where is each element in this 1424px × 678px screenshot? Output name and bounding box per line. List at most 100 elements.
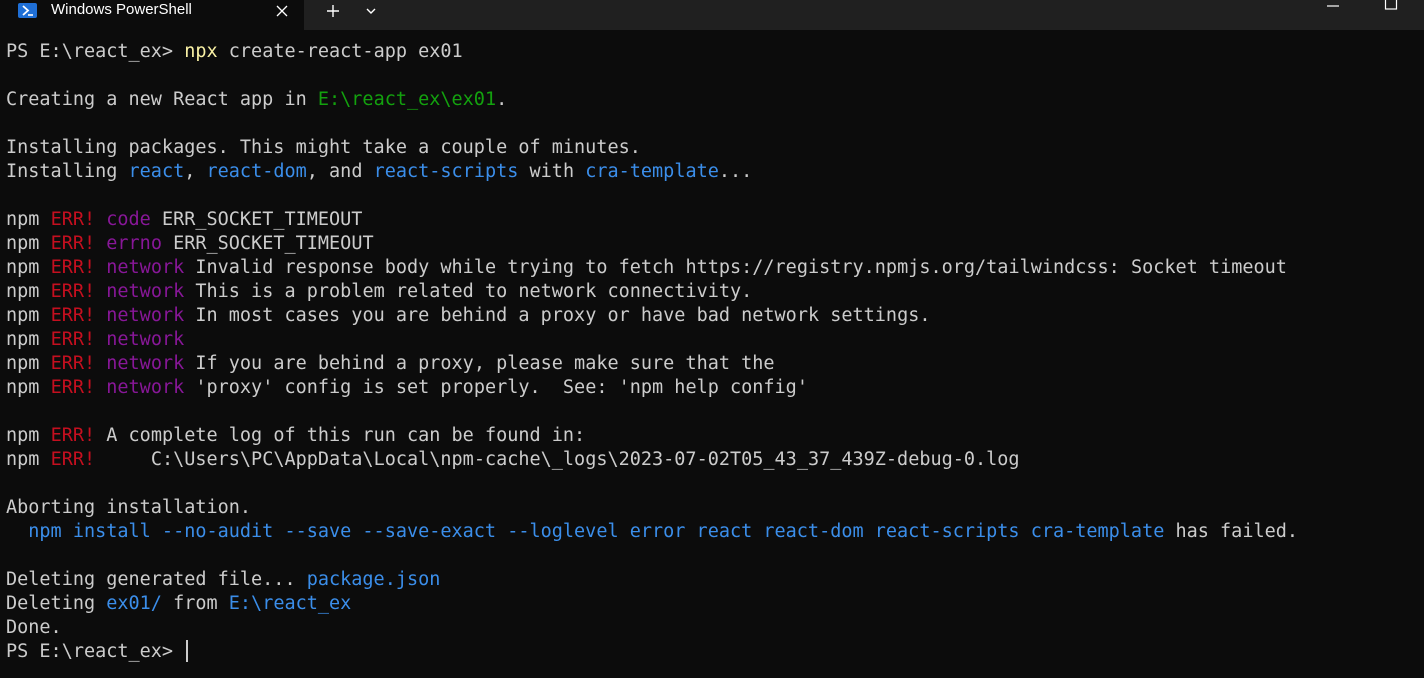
terminal-text: network: [106, 305, 185, 326]
terminal-text: npm: [6, 257, 51, 278]
terminal-text: ,: [184, 161, 207, 182]
terminal-line: npm ERR! network Invalid response body w…: [6, 256, 1424, 280]
terminal-line: Installing react, react-dom, and react-s…: [6, 160, 1424, 184]
terminal-text: , and: [306, 161, 374, 182]
terminal-line: npm ERR! A complete log of this run can …: [6, 424, 1424, 448]
terminal-line: Installing packages. This might take a c…: [6, 136, 1424, 160]
terminal-text: code: [106, 209, 151, 230]
minimize-icon[interactable]: [1318, 0, 1348, 14]
terminal-text: ERR!: [50, 353, 96, 374]
terminal-text: npx: [184, 41, 218, 62]
terminal-output[interactable]: PS E:\react_ex> npx create-react-app ex0…: [6, 40, 1424, 678]
plus-icon[interactable]: [320, 0, 346, 22]
terminal-text: ...: [718, 161, 753, 182]
title-bar: Windows PowerShell: [0, 0, 1424, 30]
terminal-text: cra-template: [585, 161, 719, 182]
terminal-line: npm ERR! network 'proxy' config is set p…: [6, 376, 1424, 400]
terminal-text: create-react-app ex01: [217, 41, 463, 62]
terminal-text: network: [106, 329, 185, 350]
terminal-text: npm: [6, 233, 51, 254]
maximize-icon[interactable]: [1376, 0, 1406, 14]
terminal-text: E:\react_ex\ex01: [317, 89, 497, 110]
terminal-text: 'proxy' config is set properly. See: 'np…: [184, 377, 808, 398]
terminal-text: Creating a new React app in: [6, 89, 318, 110]
terminal-line: Done.: [6, 616, 1424, 640]
terminal-text: errno: [106, 233, 162, 254]
terminal-text: Aborting installation.: [6, 497, 252, 518]
terminal-text: ERR!: [50, 281, 96, 302]
terminal-text: Deleting: [6, 593, 107, 614]
terminal-text: ERR!: [50, 377, 96, 398]
terminal-line: npm ERR! network: [6, 328, 1424, 352]
terminal-text: ERR!: [50, 449, 96, 470]
terminal-text: .: [496, 89, 508, 110]
terminal-text: ERR!: [50, 425, 96, 446]
text-cursor: [186, 640, 188, 662]
terminal-text: network: [106, 353, 185, 374]
terminal-line: PS E:\react_ex>: [6, 640, 1424, 664]
terminal-text: npm: [6, 209, 51, 230]
terminal-text: npm: [6, 281, 51, 302]
tab-title: Windows PowerShell: [51, 1, 192, 18]
terminal-text: ERR!: [50, 209, 96, 230]
terminal-line: Creating a new React app in E:\react_ex\…: [6, 88, 1424, 112]
terminal-text: ERR!: [50, 329, 96, 350]
terminal-text: Installing: [6, 161, 129, 182]
chevron-down-icon[interactable]: [358, 0, 384, 22]
terminal-text: package.json: [306, 569, 441, 590]
terminal-line: PS E:\react_ex> npx create-react-app ex0…: [6, 40, 1424, 64]
terminal-text: npm: [6, 449, 51, 470]
terminal-text: Done.: [6, 617, 62, 638]
terminal-text: npm: [6, 425, 51, 446]
terminal-line: npm ERR! network In most cases you are b…: [6, 304, 1424, 328]
terminal-text: network: [106, 377, 185, 398]
terminal-line: npm ERR! network This is a problem relat…: [6, 280, 1424, 304]
terminal-text: network: [106, 257, 185, 278]
terminal-text: In most cases you are behind a proxy or …: [184, 305, 931, 326]
terminal-line: npm ERR! errno ERR_SOCKET_TIMEOUT: [6, 232, 1424, 256]
tab-powershell[interactable]: Windows PowerShell: [0, 0, 304, 30]
terminal-text: ERR_SOCKET_TIMEOUT: [150, 209, 363, 230]
terminal-text: ERR!: [50, 257, 96, 278]
terminal-text: Installing packages. This might take a c…: [6, 137, 641, 158]
terminal-text: Invalid response body while trying to fe…: [184, 257, 1287, 278]
close-icon[interactable]: [270, 0, 294, 22]
terminal-text: npm: [6, 377, 51, 398]
terminal-line: Deleting generated file... package.json: [6, 568, 1424, 592]
terminal-text: If you are behind a proxy, please make s…: [184, 353, 775, 374]
terminal-text: npm: [6, 353, 51, 374]
terminal-text: react: [128, 161, 185, 182]
terminal-text: ERR!: [50, 305, 96, 326]
terminal-line: npm ERR! C:\Users\PC\AppData\Local\npm-c…: [6, 448, 1424, 472]
terminal-text: Deleting generated file...: [6, 569, 307, 590]
terminal-text: C:\Users\PC\AppData\Local\npm-cache\_log…: [95, 449, 1020, 470]
terminal-text: with: [518, 161, 586, 182]
terminal-line: Deleting ex01/ from E:\react_ex: [6, 592, 1424, 616]
terminal-text: npm: [6, 305, 51, 326]
terminal-text: E:\react_ex: [228, 593, 352, 614]
terminal-line: npm ERR! code ERR_SOCKET_TIMEOUT: [6, 208, 1424, 232]
terminal-text: This is a problem related to network con…: [184, 281, 753, 302]
terminal-text: npm: [6, 329, 51, 350]
powershell-icon: [18, 3, 37, 18]
terminal-line: npm ERR! network If you are behind a pro…: [6, 352, 1424, 376]
terminal-text: react-dom: [206, 161, 307, 182]
terminal-text: A complete log of this run can be found …: [95, 425, 586, 446]
terminal-line: npm install --no-audit --save --save-exa…: [6, 520, 1424, 544]
terminal-text: ERR_SOCKET_TIMEOUT: [161, 233, 374, 254]
terminal-text: PS E:\react_ex>: [6, 41, 185, 62]
terminal-text: has failed.: [1164, 521, 1299, 542]
